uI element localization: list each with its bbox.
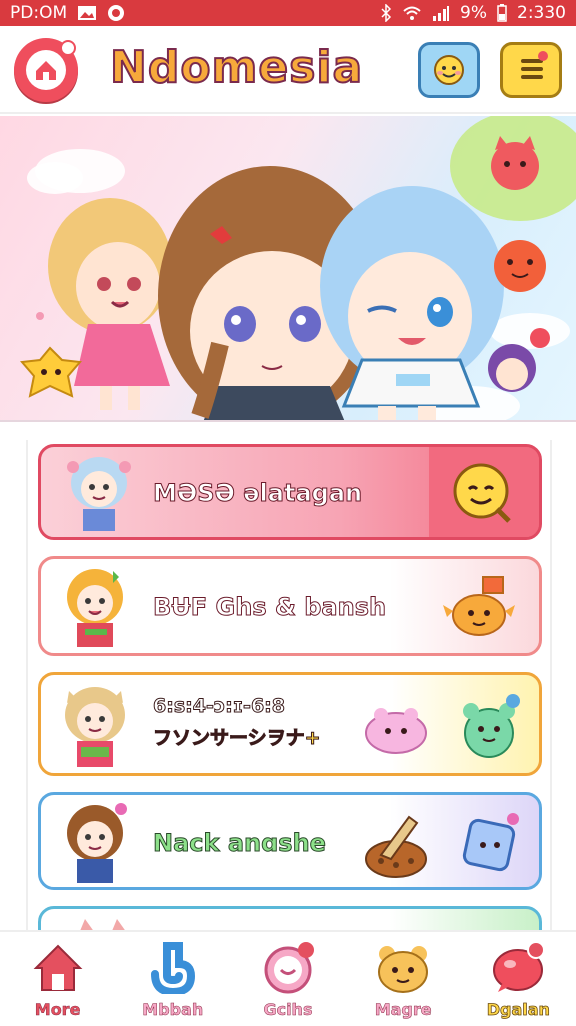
bear-face-icon — [373, 938, 433, 996]
tab-gcihs[interactable]: Gcihs — [230, 932, 345, 1026]
hero-banner[interactable] — [0, 116, 576, 422]
tab-magre-label: Magre — [374, 1000, 432, 1020]
home-chat-button[interactable] — [14, 38, 78, 102]
tab-mbbah-label: Mbbah — [142, 1000, 204, 1020]
green-bear-icon — [463, 694, 520, 758]
card-5-character-icon — [80, 919, 125, 930]
image-notification-icon — [77, 5, 97, 21]
circle-notification-icon — [107, 4, 125, 22]
card-2-character-icon — [67, 569, 123, 647]
yellow-smile-icon — [453, 463, 511, 523]
smile-bubble-icon — [258, 938, 318, 996]
menu-card-4-label: Nack anɑshe — [153, 829, 327, 858]
battery-icon — [497, 4, 507, 22]
tab-dgalan-label: Dgalan — [486, 1000, 550, 1020]
menu-card-4[interactable]: Nack anɑshe — [38, 792, 542, 890]
bottom-tab-bar: More Mbbah Gcihs Magre Dgalan — [0, 930, 576, 1024]
menu-card-2[interactable]: BɄF Ghs & bansh — [38, 556, 542, 656]
status-time-left: PD:OM — [10, 3, 68, 23]
card-1-character-icon — [67, 457, 131, 531]
pink-cloud-icon — [365, 708, 427, 754]
tab-more-label: More — [34, 1000, 81, 1020]
tab-gcihs-label: Gcihs — [263, 1000, 313, 1020]
card-3-character-icon — [65, 687, 125, 767]
menu-card-3-label-line1: 6:ꜱ:4-ɔ:ɪ-6:8 — [153, 695, 286, 718]
food-basket-icon — [365, 815, 427, 878]
app-title: Ndomesia — [109, 41, 364, 94]
menu-card-3-label-line2: フソンサーシヲナ+ — [153, 727, 322, 750]
status-right: 9% 2:330 — [380, 3, 566, 23]
red-cat-mascot — [491, 136, 539, 190]
menu-card-2-label: BɄF Ghs & bansh — [152, 593, 387, 622]
signal-icon — [432, 5, 450, 21]
red-blob-mascot — [494, 240, 546, 292]
emoji-face-button[interactable] — [418, 42, 480, 98]
tab-dgalan[interactable]: Dgalan — [461, 932, 576, 1026]
status-left: PD:OM — [10, 3, 125, 23]
menu-button[interactable] — [500, 42, 562, 98]
card-4-character-icon — [67, 803, 127, 883]
bluetooth-icon — [380, 4, 392, 22]
menu-card-1[interactable]: MƏSƏ əlatagan — [38, 444, 542, 540]
b-letter-icon — [143, 938, 203, 996]
house-icon — [28, 938, 88, 996]
cloud-left — [27, 149, 125, 194]
wifi-icon — [402, 5, 422, 21]
home-chat-icon — [26, 50, 66, 90]
yellow-star-mascot — [20, 346, 82, 398]
app-header: Ndomesia — [0, 26, 576, 114]
status-bar: PD:OM 9% 2:330 — [0, 0, 576, 26]
emoji-face-icon — [429, 48, 469, 92]
menu-list: MƏSƏ əlatagan BɄF Ghs & bansh 6:ꜱ:4-ɔ:ɪ-… — [26, 440, 552, 930]
blue-cube-icon — [462, 813, 519, 872]
menu-card-1-label: MƏSƏ əlatagan — [152, 479, 363, 508]
tab-mbbah[interactable]: Mbbah — [115, 932, 230, 1026]
heart-chat-icon — [488, 938, 548, 996]
menu-list-icon — [511, 48, 551, 92]
menu-card-3[interactable]: 6:ꜱ:4-ɔ:ɪ-6:8 フソンサーシヲナ+ — [38, 672, 542, 776]
status-time-right: 2:330 — [517, 3, 566, 23]
orange-critter-icon — [443, 576, 515, 636]
menu-card-5[interactable] — [38, 906, 542, 930]
battery-text: 9% — [460, 3, 487, 23]
tab-magre[interactable]: Magre — [346, 932, 461, 1026]
tab-more[interactable]: More — [0, 932, 115, 1026]
